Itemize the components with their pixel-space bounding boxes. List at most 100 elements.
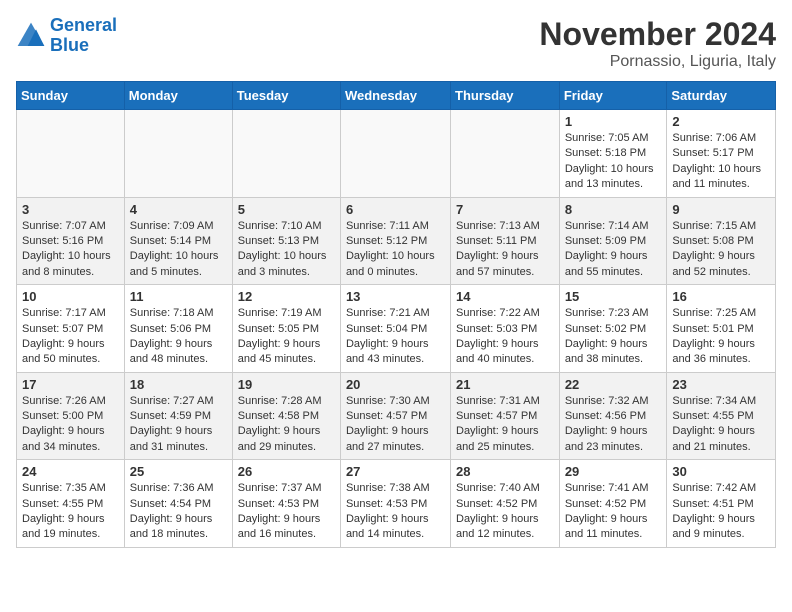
calendar-table: SundayMondayTuesdayWednesdayThursdayFrid… xyxy=(16,81,776,548)
calendar-day-cell: 25 Sunrise: 7:36 AM Sunset: 4:54 PM Dayli… xyxy=(124,460,232,548)
calendar-day-cell: 20 Sunrise: 7:30 AM Sunset: 4:57 PM Dayli… xyxy=(340,372,450,460)
calendar-week-row: 24Sunrise: 7:35 AM Sunset: 4:55 PM Dayli… xyxy=(17,460,776,548)
day-info: Sunrise: 7:35 AM Sunset: 4:55 PM Dayligh… xyxy=(22,481,119,543)
calendar-day-cell: 30Sunrise: 7:42 AM Sunset: 4:51 PM Dayli… xyxy=(667,460,776,548)
calendar-day-cell: 12Sunrise: 7:19 AM Sunset: 5:05 PM Dayli… xyxy=(232,285,340,373)
day-info: Sunrise: 7:10 AM Sunset: 5:13 PM Dayligh… xyxy=(238,219,335,281)
day-info: Sunrise: 7:37 AM Sunset: 4:53 PM Dayligh… xyxy=(238,481,335,543)
calendar-day-cell: 15 Sunrise: 7:23 AM Sunset: 5:02 PM Dayli… xyxy=(559,285,667,373)
calendar-day-cell: 24Sunrise: 7:35 AM Sunset: 4:55 PM Dayli… xyxy=(17,460,125,548)
calendar-day-cell: 18 Sunrise: 7:27 AM Sunset: 4:59 PM Dayli… xyxy=(124,372,232,460)
calendar-day-cell: 21Sunrise: 7:31 AM Sunset: 4:57 PM Dayli… xyxy=(451,372,560,460)
calendar-day-cell: 5 Sunrise: 7:10 AM Sunset: 5:13 PM Daylig… xyxy=(232,197,340,285)
calendar-day-cell: 29Sunrise: 7:41 AM Sunset: 4:52 PM Dayli… xyxy=(559,460,667,548)
day-info: Sunrise: 7:22 AM Sunset: 5:03 PM Dayligh… xyxy=(456,306,554,368)
day-number: 10 xyxy=(22,289,119,304)
weekday-header: Tuesday xyxy=(232,82,340,110)
day-number: 9 xyxy=(672,202,770,217)
calendar-day-cell: 8 Sunrise: 7:14 AM Sunset: 5:09 PM Daylig… xyxy=(559,197,667,285)
weekday-header: Saturday xyxy=(667,82,776,110)
calendar-day-cell: 7Sunrise: 7:13 AM Sunset: 5:11 PM Daylig… xyxy=(451,197,560,285)
day-number: 3 xyxy=(22,202,119,217)
calendar-day-cell: 27Sunrise: 7:38 AM Sunset: 4:53 PM Dayli… xyxy=(340,460,450,548)
day-info: Sunrise: 7:07 AM Sunset: 5:16 PM Dayligh… xyxy=(22,219,119,281)
weekday-header: Sunday xyxy=(17,82,125,110)
calendar-day-cell xyxy=(17,110,125,198)
day-number: 2 xyxy=(672,114,770,129)
day-number: 14 xyxy=(456,289,554,304)
month-title: November 2024 xyxy=(539,16,776,53)
weekday-header: Monday xyxy=(124,82,232,110)
day-info: Sunrise: 7:25 AM Sunset: 5:01 PM Dayligh… xyxy=(672,306,770,368)
day-number: 12 xyxy=(238,289,335,304)
calendar-day-cell xyxy=(124,110,232,198)
day-info: Sunrise: 7:17 AM Sunset: 5:07 PM Dayligh… xyxy=(22,306,119,368)
day-number: 19 xyxy=(238,377,335,392)
day-info: Sunrise: 7:14 AM Sunset: 5:09 PM Dayligh… xyxy=(565,219,662,281)
day-number: 28 xyxy=(456,464,554,479)
day-info: Sunrise: 7:09 AM Sunset: 5:14 PM Dayligh… xyxy=(130,219,227,281)
calendar-day-cell: 4 Sunrise: 7:09 AM Sunset: 5:14 PM Daylig… xyxy=(124,197,232,285)
day-number: 15 xyxy=(565,289,662,304)
calendar-day-cell: 11 Sunrise: 7:18 AM Sunset: 5:06 PM Dayli… xyxy=(124,285,232,373)
day-info: Sunrise: 7:27 AM Sunset: 4:59 PM Dayligh… xyxy=(130,394,227,456)
day-number: 29 xyxy=(565,464,662,479)
calendar-day-cell: 3 Sunrise: 7:07 AM Sunset: 5:16 PM Daylig… xyxy=(17,197,125,285)
logo-icon xyxy=(16,21,46,51)
weekday-header: Friday xyxy=(559,82,667,110)
calendar-day-cell: 23 Sunrise: 7:34 AM Sunset: 4:55 PM Dayli… xyxy=(667,372,776,460)
calendar-header-row: SundayMondayTuesdayWednesdayThursdayFrid… xyxy=(17,82,776,110)
day-number: 27 xyxy=(346,464,445,479)
day-number: 23 xyxy=(672,377,770,392)
day-info: Sunrise: 7:15 AM Sunset: 5:08 PM Dayligh… xyxy=(672,219,770,281)
day-info: Sunrise: 7:18 AM Sunset: 5:06 PM Dayligh… xyxy=(130,306,227,368)
day-number: 1 xyxy=(565,114,662,129)
day-number: 17 xyxy=(22,377,119,392)
day-number: 26 xyxy=(238,464,335,479)
weekday-header: Wednesday xyxy=(340,82,450,110)
calendar-week-row: 10 Sunrise: 7:17 AM Sunset: 5:07 PM Dayli… xyxy=(17,285,776,373)
day-number: 30 xyxy=(672,464,770,479)
day-info: Sunrise: 7:26 AM Sunset: 5:00 PM Dayligh… xyxy=(22,394,119,456)
calendar-day-cell: 13Sunrise: 7:21 AM Sunset: 5:04 PM Dayli… xyxy=(340,285,450,373)
location-title: Pornassio, Liguria, Italy xyxy=(539,53,776,71)
day-info: Sunrise: 7:40 AM Sunset: 4:52 PM Dayligh… xyxy=(456,481,554,543)
day-info: Sunrise: 7:11 AM Sunset: 5:12 PM Dayligh… xyxy=(346,219,445,281)
day-info: Sunrise: 7:30 AM Sunset: 4:57 PM Dayligh… xyxy=(346,394,445,456)
calendar-day-cell: 9 Sunrise: 7:15 AM Sunset: 5:08 PM Daylig… xyxy=(667,197,776,285)
calendar-day-cell: 14 Sunrise: 7:22 AM Sunset: 5:03 PM Dayli… xyxy=(451,285,560,373)
day-info: Sunrise: 7:36 AM Sunset: 4:54 PM Dayligh… xyxy=(130,481,227,543)
day-number: 6 xyxy=(346,202,445,217)
calendar-day-cell xyxy=(340,110,450,198)
calendar-day-cell: 26 Sunrise: 7:37 AM Sunset: 4:53 PM Dayli… xyxy=(232,460,340,548)
calendar-day-cell: 19 Sunrise: 7:28 AM Sunset: 4:58 PM Dayli… xyxy=(232,372,340,460)
day-info: Sunrise: 7:28 AM Sunset: 4:58 PM Dayligh… xyxy=(238,394,335,456)
day-info: Sunrise: 7:32 AM Sunset: 4:56 PM Dayligh… xyxy=(565,394,662,456)
calendar-day-cell: 10 Sunrise: 7:17 AM Sunset: 5:07 PM Dayli… xyxy=(17,285,125,373)
page-header: General Blue November 2024 Pornassio, Li… xyxy=(16,16,776,71)
day-info: Sunrise: 7:13 AM Sunset: 5:11 PM Dayligh… xyxy=(456,219,554,281)
calendar-week-row: 1Sunrise: 7:05 AM Sunset: 5:18 PM Daylig… xyxy=(17,110,776,198)
calendar-week-row: 17 Sunrise: 7:26 AM Sunset: 5:00 PM Dayli… xyxy=(17,372,776,460)
calendar-day-cell xyxy=(451,110,560,198)
day-number: 18 xyxy=(130,377,227,392)
calendar-day-cell: 16 Sunrise: 7:25 AM Sunset: 5:01 PM Dayli… xyxy=(667,285,776,373)
day-number: 11 xyxy=(130,289,227,304)
calendar-day-cell: 1Sunrise: 7:05 AM Sunset: 5:18 PM Daylig… xyxy=(559,110,667,198)
calendar-day-cell: 22 Sunrise: 7:32 AM Sunset: 4:56 PM Dayli… xyxy=(559,372,667,460)
day-info: Sunrise: 7:23 AM Sunset: 5:02 PM Dayligh… xyxy=(565,306,662,368)
day-number: 5 xyxy=(238,202,335,217)
day-number: 25 xyxy=(130,464,227,479)
calendar-day-cell: 28 Sunrise: 7:40 AM Sunset: 4:52 PM Dayli… xyxy=(451,460,560,548)
day-info: Sunrise: 7:34 AM Sunset: 4:55 PM Dayligh… xyxy=(672,394,770,456)
day-info: Sunrise: 7:21 AM Sunset: 5:04 PM Dayligh… xyxy=(346,306,445,368)
calendar-week-row: 3 Sunrise: 7:07 AM Sunset: 5:16 PM Daylig… xyxy=(17,197,776,285)
title-block: November 2024 Pornassio, Liguria, Italy xyxy=(539,16,776,71)
day-number: 8 xyxy=(565,202,662,217)
day-number: 22 xyxy=(565,377,662,392)
day-number: 16 xyxy=(672,289,770,304)
day-number: 20 xyxy=(346,377,445,392)
calendar-day-cell xyxy=(232,110,340,198)
calendar-day-cell: 17 Sunrise: 7:26 AM Sunset: 5:00 PM Dayli… xyxy=(17,372,125,460)
day-number: 4 xyxy=(130,202,227,217)
